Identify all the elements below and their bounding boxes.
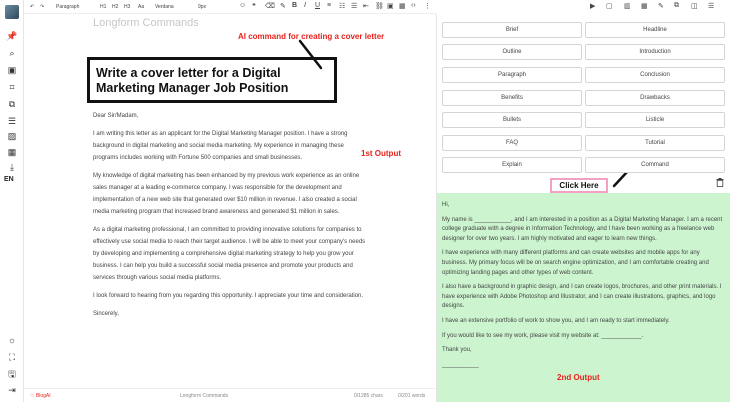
avatar[interactable] [5, 5, 19, 19]
output-paragraph: I have an extensive portfolio of work to… [442, 317, 670, 324]
h3-button[interactable]: H3 [124, 4, 130, 10]
output-paragraph: If you would like to see my work, please… [442, 332, 644, 339]
headline-button[interactable]: Headline [585, 22, 725, 38]
font-size-select[interactable]: 9px [198, 4, 206, 10]
status-bar: ♡ BlogAI Longform Commands 0/1285 chars … [24, 388, 436, 402]
letter-paragraph: I look forward to hearing from you regar… [93, 293, 364, 299]
grid-view-icon[interactable]: ▦ [641, 2, 648, 10]
click-here-callout: Click Here [550, 178, 608, 193]
bold-icon[interactable]: B [292, 2, 297, 9]
conclusion-button[interactable]: Conclusion [585, 67, 725, 83]
underline-icon[interactable]: U [315, 2, 320, 9]
list-icon[interactable]: ☰ [6, 115, 18, 127]
tutorial-button[interactable]: Tutorial [585, 135, 725, 151]
word-count: 0/201 words [398, 393, 426, 399]
letter-paragraph: Dear Sir/Madam, [93, 113, 139, 119]
letter-paragraph: As a digital marketing professional, I a… [93, 227, 366, 281]
listicle-button[interactable]: Listicle [585, 112, 725, 128]
drawbacks-button[interactable]: Drawbacks [585, 90, 725, 106]
page-icon[interactable]: ▢ [606, 2, 613, 10]
logout-icon[interactable]: ⇥ [6, 384, 18, 396]
link-icon[interactable]: ⛓ [375, 2, 384, 10]
letter-paragraph: My knowledge of digital marketing has be… [93, 173, 360, 215]
play-icon[interactable]: ▶ [590, 2, 595, 10]
output-paragraph: I also have a background in graphic desi… [442, 284, 722, 310]
font-size-icon[interactable]: Aa [138, 4, 144, 10]
sun-icon[interactable]: ☼ [6, 334, 18, 346]
output-signature: ___________ [442, 361, 479, 368]
align-icon[interactable]: ≡ [327, 2, 331, 9]
italic-icon[interactable]: I [304, 2, 306, 9]
annotation-second-output: 2nd Output [557, 373, 600, 382]
letter-paragraph: I am writing this letter as an applicant… [93, 131, 348, 161]
first-output-letter[interactable]: Dear Sir/Madam, I am writing this letter… [93, 110, 368, 326]
output-paragraph: My name is ___________, and I am interes… [442, 216, 723, 242]
image-insert-icon[interactable]: ▣ [387, 2, 394, 10]
output-paragraph: Thank you, [442, 347, 472, 354]
copy-icon[interactable]: ⧉ [6, 98, 18, 110]
pages-icon[interactable]: ⧉ [674, 2, 679, 10]
faq-button[interactable]: FAQ [442, 135, 582, 151]
left-sidebar: 📌 ⌕ ▣ ⌗ ⧉ ☰ ▨ ▦ ⤓ EN ☼ ⛶ 🖫 ⇥ [0, 0, 24, 402]
format-clear-icon[interactable]: ⌫ [265, 2, 275, 10]
benefits-button[interactable]: Benefits [442, 90, 582, 106]
bullets-button[interactable]: Bullets [442, 112, 582, 128]
fullscreen-icon[interactable]: ⛶ [6, 351, 18, 363]
font-family-select[interactable]: Verdana [155, 4, 174, 10]
paint-icon[interactable]: ✎ [280, 2, 286, 10]
document-check-icon[interactable]: ▣ [6, 64, 18, 76]
search-icon[interactable]: ⌕ [6, 47, 18, 59]
ordered-list-icon[interactable]: ☷ [339, 2, 345, 10]
explain-button[interactable]: Explain [442, 157, 582, 173]
split-icon[interactable]: ◫ [691, 2, 698, 10]
panel-toolbar: ▶ ▢ ▥ ▦ ✎ ⧉ ◫ ☰ [436, 0, 730, 14]
editor-toolbar: ↶ ↷ Paragraph H1 H2 H3 Aa Verdana 9px ☺ … [24, 0, 436, 14]
code-icon[interactable]: ⌗ [6, 81, 18, 93]
introduction-button[interactable]: Introduction [585, 44, 725, 60]
table-icon[interactable]: ▦ [399, 2, 406, 10]
paragraph-button[interactable]: Paragraph [442, 67, 582, 83]
h2-button[interactable]: H2 [112, 4, 118, 10]
more-icon[interactable]: ⋮ [424, 2, 431, 10]
quote-icon[interactable]: ❝ [252, 2, 256, 10]
pen-icon[interactable]: ✎ [658, 2, 664, 10]
save-icon[interactable]: 🖫 [6, 368, 18, 380]
columns-icon[interactable]: ▥ [624, 2, 631, 10]
outdent-icon[interactable]: ⇤ [363, 2, 369, 10]
emoji-icon[interactable]: ☺ [239, 2, 246, 9]
page-title: Longform Commands [93, 17, 199, 29]
download-icon[interactable]: ⤓ [6, 161, 18, 173]
letter-paragraph: Sincerely, [93, 311, 119, 317]
menu-icon[interactable]: ☰ [708, 2, 714, 10]
output-paragraph: Hi, [442, 202, 450, 208]
grid-icon[interactable]: ▦ [6, 146, 18, 158]
code-block-icon[interactable]: ‹› [411, 2, 416, 9]
command-button[interactable]: Command [585, 157, 725, 173]
char-count: 0/1285 chars [354, 393, 383, 399]
bullet-list-icon[interactable]: ☰ [351, 2, 357, 10]
command-input[interactable]: Write a cover letter for a Digital Marke… [87, 57, 337, 103]
redo-icon[interactable]: ↷ [40, 4, 44, 10]
annotation-first-output: 1st Output [361, 149, 401, 158]
trash-icon[interactable] [716, 178, 724, 187]
brief-button[interactable]: Brief [442, 22, 582, 38]
pin-icon[interactable]: 📌 [6, 30, 18, 42]
annotation-ai-command: AI command for creating a cover letter [238, 32, 385, 41]
h1-button[interactable]: H1 [100, 4, 106, 10]
footer-title: Longform Commands [180, 393, 229, 399]
image-icon[interactable]: ▨ [6, 130, 18, 142]
brand-logo[interactable]: ♡ BlogAI [30, 393, 51, 399]
paragraph-select[interactable]: Paragraph [56, 4, 79, 10]
language-switch[interactable]: EN [4, 176, 14, 183]
outline-button[interactable]: Outline [442, 44, 582, 60]
output-paragraph: I have experience with many different pl… [442, 250, 709, 276]
second-output-panel[interactable]: Hi, My name is ___________, and I am int… [437, 193, 730, 402]
arrow-to-command-button [612, 170, 629, 188]
undo-icon[interactable]: ↶ [30, 4, 34, 10]
